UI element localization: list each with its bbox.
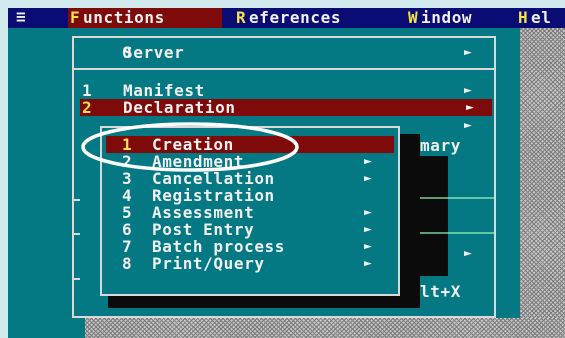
chevron-right-icon: ►	[364, 171, 372, 186]
functions-item-manifest-num: 1	[82, 81, 93, 100]
submenu-shadow-right	[400, 134, 420, 308]
declaration-item-post-entry-num: 6	[122, 220, 133, 239]
background-tick	[74, 233, 80, 235]
functions-item-server[interactable]: 0 Server ►	[80, 44, 488, 61]
menu-functions[interactable]: F unctions	[68, 8, 222, 28]
chevron-right-icon: ►	[364, 154, 372, 169]
functions-item-declaration[interactable]: 2 Declaration ►	[80, 99, 492, 116]
declaration-item-batch-process-num: 7	[122, 237, 133, 256]
declaration-item-registration[interactable]: 4 Registration	[106, 187, 394, 204]
menu-help-label: el	[531, 8, 552, 27]
menu-references-label: eferences	[249, 8, 342, 27]
declaration-item-batch-process-label: Batch process	[152, 237, 286, 256]
declaration-item-print-query-num: 8	[122, 254, 133, 273]
functions-item-manifest-label: Manifest	[123, 81, 205, 100]
menu-functions-hotkey: F	[70, 8, 81, 27]
background-rule	[420, 197, 494, 199]
chevron-right-icon: ►	[464, 45, 472, 60]
declaration-item-registration-label: Registration	[152, 186, 275, 205]
menu-references-hotkey: R	[236, 8, 247, 27]
menu-window[interactable]: W indow	[408, 8, 498, 28]
dos-screen: ≡ F unctions R eferences W indow H el 0 …	[0, 0, 565, 338]
chevron-right-icon: ►	[364, 222, 372, 237]
menu-references[interactable]: R eferences	[236, 8, 386, 28]
declaration-item-assessment[interactable]: 5 Assessment ►	[106, 204, 394, 221]
functions-item-declaration-num: 2	[82, 98, 93, 117]
declaration-item-registration-num: 4	[122, 186, 133, 205]
menu-bar: ≡ F unctions R eferences W indow H el	[8, 8, 565, 28]
background-dark-block	[420, 156, 448, 276]
menu-help-hotkey: H	[518, 8, 529, 27]
chevron-right-icon: ►	[364, 239, 372, 254]
chevron-right-icon: ►	[464, 118, 472, 133]
declaration-item-assessment-label: Assessment	[152, 203, 255, 222]
functions-separator	[74, 68, 494, 70]
functions-item-manifest[interactable]: 1 Manifest ►	[80, 82, 488, 99]
highlight-ellipse	[81, 122, 299, 172]
background-tick	[74, 278, 80, 280]
background-shortcut-text: lt+X	[420, 282, 461, 301]
declaration-item-assessment-num: 5	[122, 203, 133, 222]
functions-item-declaration-label: Declaration	[123, 98, 236, 117]
chevron-right-icon: ►	[364, 256, 372, 271]
declaration-item-print-query[interactable]: 8 Print/Query ►	[106, 255, 394, 272]
system-menu-icon[interactable]: ≡	[16, 8, 26, 25]
menu-window-label: indow	[421, 8, 473, 27]
menu-window-hotkey: W	[408, 8, 419, 27]
background-summary-text: mary	[420, 136, 461, 155]
functions-item-server-label: Server	[123, 43, 185, 62]
declaration-item-post-entry[interactable]: 6 Post Entry ►	[106, 221, 394, 238]
window-shadow-right	[520, 28, 565, 338]
submenu-shadow-bottom	[108, 296, 420, 308]
chevron-right-icon: ►	[464, 246, 472, 261]
menu-functions-label: unctions	[83, 8, 165, 27]
background-tick	[74, 199, 80, 201]
chevron-right-icon: ►	[464, 83, 472, 98]
background-rule	[420, 232, 494, 234]
menu-help[interactable]: H el	[518, 8, 565, 28]
declaration-item-batch-process[interactable]: 7 Batch process ►	[106, 238, 394, 255]
declaration-item-post-entry-label: Post Entry	[152, 220, 255, 239]
declaration-item-print-query-label: Print/Query	[152, 254, 265, 273]
window-shadow-bottom	[85, 318, 565, 338]
chevron-right-icon: ►	[466, 100, 474, 115]
chevron-right-icon: ►	[364, 205, 372, 220]
